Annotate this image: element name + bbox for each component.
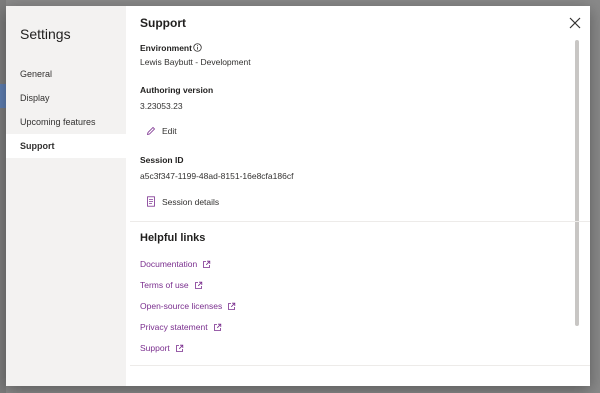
external-link-icon [228, 302, 236, 310]
session-details-label: Session details [162, 196, 220, 207]
link-support[interactable]: Support [140, 343, 184, 353]
external-link-icon [203, 260, 211, 268]
settings-dialog: Settings General Display Upcoming featur… [6, 6, 590, 386]
link-terms-of-use[interactable]: Terms of use [140, 280, 203, 290]
authoring-version-label: Authoring version [140, 85, 214, 95]
session-id-label: Session ID [140, 155, 184, 165]
link-documentation[interactable]: Documentation [140, 259, 211, 269]
close-button[interactable] [568, 16, 582, 30]
link-label: Terms of use [140, 280, 189, 290]
document-icon [147, 196, 155, 207]
close-icon [569, 17, 581, 29]
section-divider [130, 221, 590, 222]
external-link-icon [213, 323, 221, 331]
session-details-button[interactable]: Session details [146, 196, 219, 207]
environment-label: Environment [140, 43, 192, 53]
panel-title: Support [140, 16, 186, 30]
link-label: Support [140, 343, 170, 353]
settings-sidebar: Settings General Display Upcoming featur… [6, 6, 126, 386]
helpful-links-title: Helpful links [140, 232, 206, 244]
sidebar-item-upcoming-features[interactable]: Upcoming features [6, 110, 126, 134]
link-open-source-licenses[interactable]: Open-source licenses [140, 301, 236, 311]
edit-button[interactable]: Edit [146, 126, 177, 136]
session-id-value: a5c3f347-1199-48ad-8151-16e8cfa186cf [140, 171, 294, 181]
pencil-icon [146, 126, 156, 136]
link-label: Documentation [140, 259, 198, 269]
support-panel: Support Environment Lewis Baybutt - Deve… [126, 6, 590, 386]
bottom-divider [130, 365, 590, 366]
sidebar-title: Settings [20, 26, 71, 42]
sidebar-item-display[interactable]: Display [6, 86, 126, 110]
external-link-icon [194, 281, 202, 289]
authoring-version-value: 3.23053.23 [140, 101, 183, 111]
link-label: Privacy statement [140, 322, 208, 332]
info-icon[interactable] [193, 43, 202, 52]
link-privacy-statement[interactable]: Privacy statement [140, 322, 222, 332]
sidebar-item-general[interactable]: General [6, 62, 126, 86]
link-label: Open-source licenses [140, 301, 223, 311]
edit-label: Edit [162, 126, 177, 136]
external-link-icon [175, 344, 183, 352]
sidebar-item-support[interactable]: Support [6, 134, 126, 158]
environment-value: Lewis Baybutt - Development [140, 57, 251, 67]
scrollbar[interactable] [575, 40, 579, 326]
